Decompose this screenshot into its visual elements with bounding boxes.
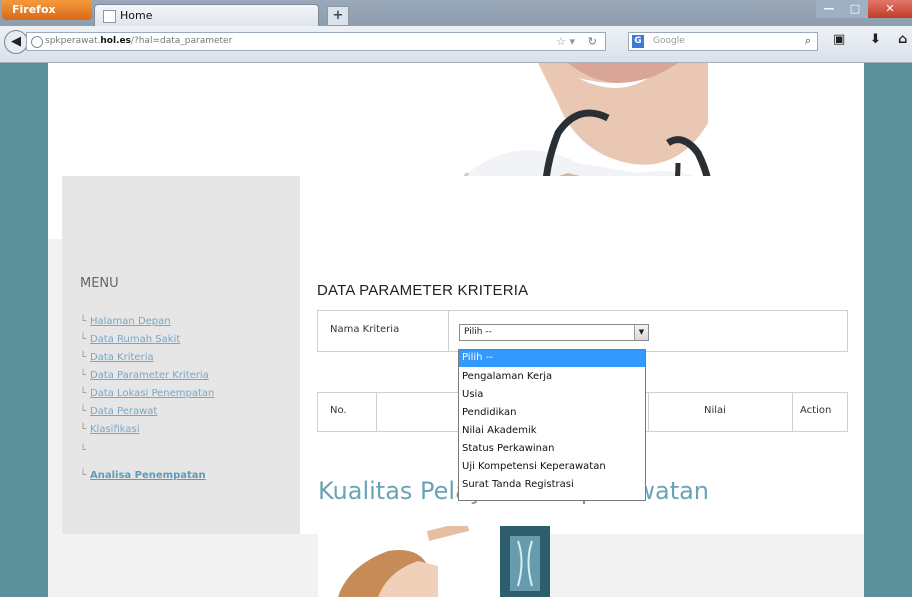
tab-home[interactable]: Home: [94, 4, 319, 26]
sidebar-item-label: Data Lokasi Penempatan: [90, 388, 215, 399]
sidebar-item-data-perawat[interactable]: └ Data Perawat: [80, 406, 157, 417]
new-tab-button[interactable]: +: [327, 6, 349, 26]
table-divider: [648, 393, 649, 431]
select-value: Pilih --: [464, 327, 492, 337]
tree-branch-icon: └: [80, 370, 87, 381]
dropdown-option[interactable]: Pendidikan: [459, 405, 645, 422]
dropdown-option[interactable]: Uji Kompetensi Keperawatan: [459, 459, 645, 476]
nama-kriteria-label: Nama Kriteria: [330, 324, 400, 335]
tree-branch-icon: └: [80, 445, 87, 456]
page-left-border: [0, 63, 48, 597]
dropdown-option[interactable]: Surat Tanda Registrasi: [459, 477, 645, 494]
sidebar-item-label: Data Perawat: [90, 406, 158, 417]
page-right-border: [864, 63, 912, 597]
firefox-menu-button[interactable]: Firefox: [2, 0, 92, 20]
reload-icon[interactable]: ↻: [588, 35, 597, 48]
search-icon[interactable]: ⌕: [805, 34, 811, 48]
sidebar-item-label: Halaman Depan: [90, 316, 171, 327]
url-text: spkperawat.hol.es/?hal=data_parameter: [45, 36, 233, 46]
sidebar-item-data-lokasi-penempatan[interactable]: └ Data Lokasi Penempatan: [80, 388, 214, 399]
sidebar-item-data-kriteria[interactable]: └ Data Kriteria: [80, 352, 154, 363]
search-input[interactable]: G Google ⌕: [628, 32, 818, 51]
bookmark-star-icon[interactable]: ☆ ▾: [556, 35, 575, 48]
search-placeholder: Google: [653, 36, 685, 46]
sidebar-item-label: Data Parameter Kriteria: [90, 370, 209, 381]
globe-icon: [31, 36, 43, 48]
sidebar-item-data-rumah-sakit[interactable]: └ Data Rumah Sakit: [80, 334, 180, 345]
window-controls: — □ ✕: [816, 0, 912, 18]
chevron-down-icon[interactable]: ▼: [634, 325, 648, 340]
sidebar-item-empty: └: [80, 445, 90, 456]
page-icon: [103, 10, 116, 23]
download-icon[interactable]: ⬇: [870, 32, 881, 47]
tree-branch-icon: └: [80, 470, 87, 481]
doctor-image: [318, 526, 550, 597]
sidebar-item-label: Analisa Penempatan: [90, 470, 206, 481]
sidebar-item-halaman-depan[interactable]: └ Halaman Depan: [80, 316, 171, 327]
close-button[interactable]: ✕: [868, 0, 912, 18]
table-divider: [376, 393, 377, 431]
sidebar-item-data-parameter-kriteria[interactable]: └ Data Parameter Kriteria: [80, 370, 209, 381]
dropdown-option[interactable]: Status Perkawinan: [459, 441, 645, 458]
menu-title: MENU: [80, 276, 119, 291]
table-divider: [792, 393, 793, 431]
sidebar-item-label: Data Rumah Sakit: [90, 334, 181, 345]
dropdown-option[interactable]: Usia: [459, 387, 645, 404]
column-header-action: Action: [800, 405, 832, 416]
tree-branch-icon: └: [80, 352, 87, 363]
minimize-button[interactable]: —: [816, 0, 842, 18]
tree-branch-icon: └: [80, 406, 87, 417]
column-header-no: No.: [330, 405, 347, 416]
sidebar-item-klasifikasi[interactable]: └ Klasifikasi: [80, 424, 139, 435]
google-icon[interactable]: G: [632, 35, 644, 48]
tree-branch-icon: └: [80, 316, 87, 327]
table-divider: [448, 311, 449, 351]
home-icon[interactable]: ⌂: [898, 32, 907, 47]
tree-branch-icon: └: [80, 424, 87, 435]
tab-title: Home: [120, 9, 153, 22]
dropdown-option[interactable]: Pengalaman Kerja: [459, 369, 645, 386]
sidebar-item-label: Klasifikasi: [90, 424, 140, 435]
maximize-button[interactable]: □: [842, 0, 868, 18]
dropdown-option[interactable]: Pilih --: [459, 350, 645, 367]
kriteria-dropdown-list[interactable]: Pilih -- Pengalaman Kerja Usia Pendidika…: [458, 349, 646, 501]
column-header-nilai: Nilai: [704, 405, 726, 416]
sidebar-item-label: Data Kriteria: [90, 352, 154, 363]
filter-table: Nama Kriteria Pilih -- ▼: [317, 310, 848, 352]
back-arrow-icon[interactable]: ◀: [4, 30, 28, 54]
tree-branch-icon: └: [80, 388, 87, 399]
dropdown-option[interactable]: Nilai Akademik: [459, 423, 645, 440]
navigation-toolbar: ◀ spkperawat.hol.es/?hal=data_parameter …: [0, 26, 912, 63]
sidebar-item-analisa-penempatan[interactable]: └ Analisa Penempatan: [80, 470, 206, 481]
page-title: DATA PARAMETER KRITERIA: [317, 282, 529, 299]
url-bar[interactable]: spkperawat.hol.es/?hal=data_parameter ☆ …: [26, 32, 606, 51]
bookmarks-menu-icon[interactable]: ▣: [833, 32, 851, 50]
tree-branch-icon: └: [80, 334, 87, 345]
kriteria-select[interactable]: Pilih -- ▼: [459, 324, 649, 341]
